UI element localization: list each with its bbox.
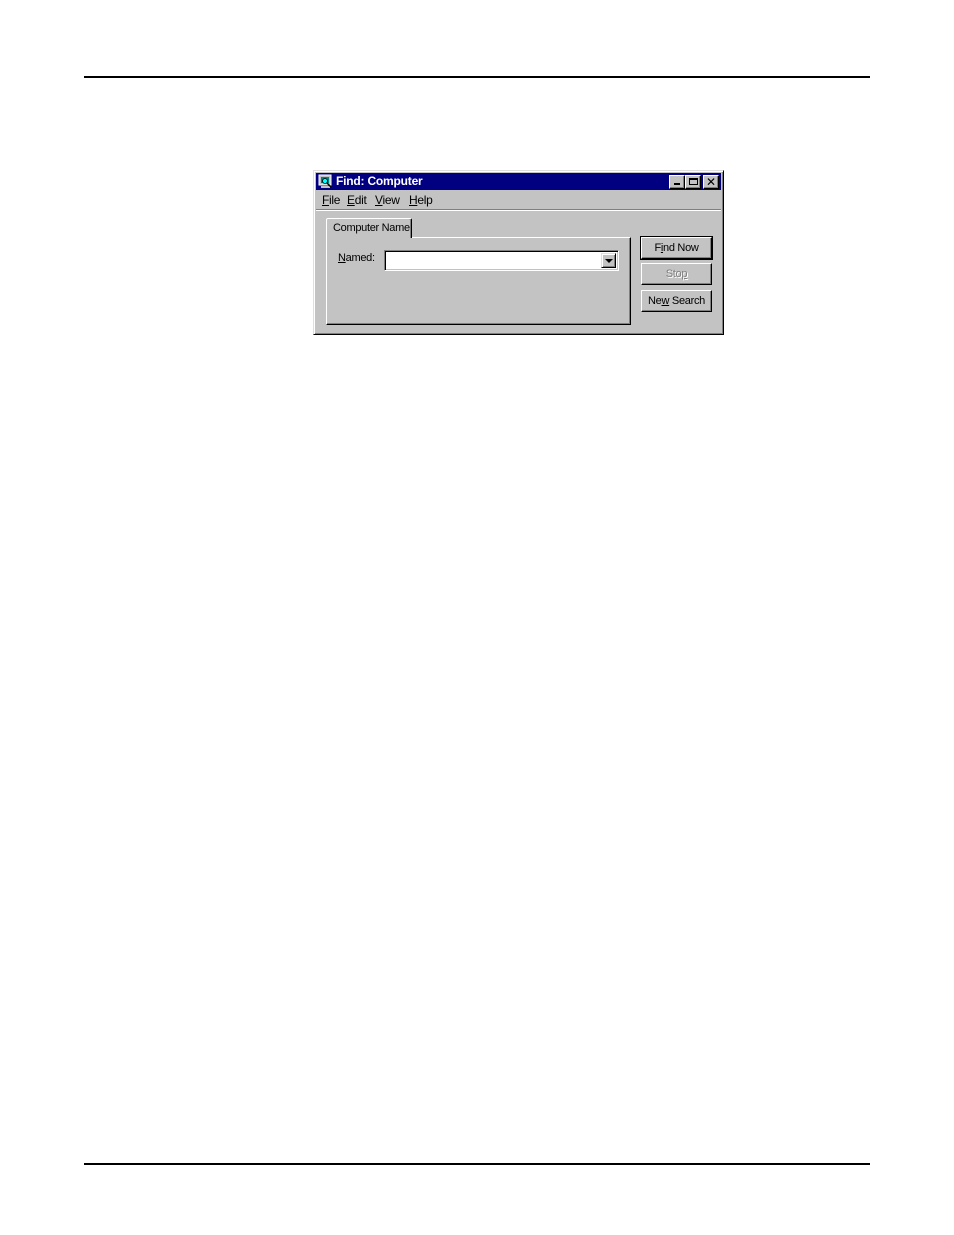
find-computer-icon — [318, 174, 332, 188]
named-label-mnemonic: N — [338, 252, 346, 264]
named-label-text: amed: — [345, 252, 375, 264]
close-icon: ✕ — [705, 175, 717, 189]
find-now-label-post: nd Now — [663, 241, 699, 254]
header-rule — [84, 76, 870, 78]
new-search-button[interactable]: New Search — [641, 290, 712, 312]
menu-file[interactable]: File — [322, 193, 340, 207]
menu-help-label: elp — [417, 193, 433, 207]
menu-view-mnemonic: V — [375, 193, 383, 207]
named-input[interactable] — [387, 253, 601, 268]
find-now-button[interactable]: Find Now — [640, 236, 713, 260]
tab-computer-name[interactable]: Computer Name — [326, 218, 412, 238]
menu-file-label: ile — [329, 193, 341, 207]
menu-help[interactable]: Help — [409, 193, 433, 207]
chevron-down-icon — [605, 259, 613, 263]
maximize-icon — [689, 178, 698, 185]
title-bar[interactable]: Find: Computer ✕ — [316, 173, 721, 190]
find-computer-window: Find: Computer ✕ File Edit View Help Com… — [313, 170, 724, 335]
stop-label-pre: Sto — [665, 267, 682, 280]
menu-edit-label: dit — [354, 193, 367, 207]
new-search-label-pre: Ne — [648, 294, 662, 307]
menu-edit-mnemonic: E — [347, 193, 355, 207]
footer-rule — [84, 1163, 870, 1165]
menu-view[interactable]: View — [375, 193, 400, 207]
new-search-mnemonic: w — [661, 294, 670, 307]
menu-bar: File Edit View Help — [316, 191, 721, 210]
new-search-label-post: Search — [669, 294, 705, 307]
named-dropdown-button[interactable] — [601, 253, 616, 268]
stop-mnemonic: p — [681, 267, 688, 280]
maximize-button[interactable] — [685, 175, 701, 189]
minimize-button[interactable] — [669, 175, 685, 189]
tab-panel: Named: — [326, 237, 631, 325]
named-label: Named: — [338, 252, 375, 264]
menu-file-mnemonic: F — [322, 193, 330, 207]
menu-edit[interactable]: Edit — [347, 193, 367, 207]
stop-button[interactable]: Stop — [641, 263, 712, 285]
menu-view-label: iew — [382, 193, 400, 207]
window-title: Find: Computer — [336, 174, 423, 188]
close-button[interactable]: ✕ — [703, 175, 719, 189]
minimize-icon — [674, 183, 680, 185]
named-combobox[interactable] — [384, 250, 619, 271]
